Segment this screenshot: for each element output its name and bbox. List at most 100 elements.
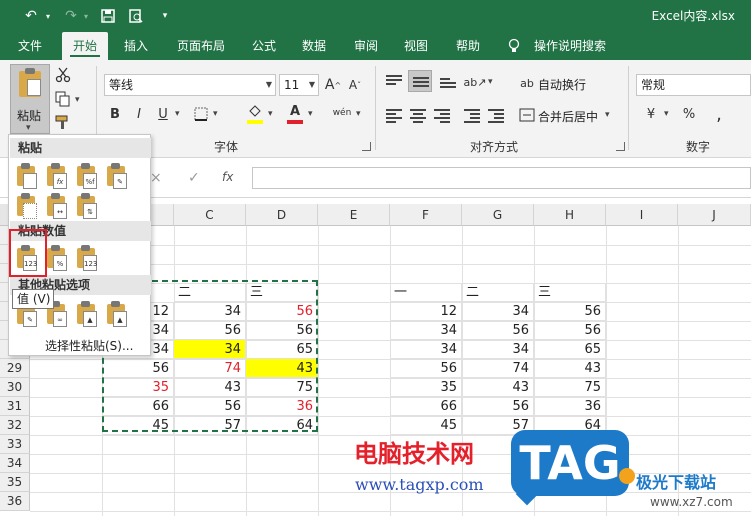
font-name-select[interactable]: 等线 ▼ [104, 74, 276, 96]
table-header-cell[interactable]: 二 [462, 283, 534, 302]
paste-values-source-format-icon[interactable]: 123 [77, 245, 99, 271]
orientation-dropdown-icon[interactable]: ▾ [488, 77, 493, 87]
paste-values-number-format-icon[interactable]: % [47, 245, 69, 271]
table-cell[interactable]: 12 [390, 302, 462, 321]
enter-icon[interactable]: ✓ [188, 170, 200, 186]
increase-indent-icon[interactable] [488, 108, 504, 123]
row-header[interactable]: 34 [0, 454, 30, 473]
table-cell[interactable]: 56 [534, 302, 606, 321]
print-preview-icon[interactable] [126, 6, 146, 26]
column-header[interactable]: F [390, 204, 462, 226]
format-painter-icon[interactable] [54, 113, 72, 131]
fill-color-icon[interactable] [244, 102, 266, 122]
bold-button[interactable]: B [106, 104, 124, 124]
phonetic-dropdown-icon[interactable]: ▾ [356, 109, 361, 119]
column-header[interactable]: J [678, 204, 751, 226]
table-cell[interactable]: 43 [534, 359, 606, 378]
row-header[interactable]: 33 [0, 435, 30, 454]
table-cell[interactable]: 56 [390, 359, 462, 378]
font-color-button[interactable]: A [284, 102, 306, 120]
table-cell[interactable]: 56 [534, 321, 606, 340]
tab-help[interactable]: 帮助 [446, 32, 490, 60]
cancel-icon[interactable]: × [150, 170, 162, 186]
percent-button[interactable]: % [680, 104, 698, 124]
table-cell[interactable]: 36 [534, 397, 606, 416]
font-dialog-launcher-icon[interactable] [362, 142, 371, 151]
insert-function-icon[interactable]: fx [222, 170, 233, 184]
tab-insert[interactable]: 插入 [114, 32, 158, 60]
column-header[interactable]: D [246, 204, 318, 226]
align-top-icon[interactable] [386, 74, 402, 88]
table-cell[interactable]: 56 [462, 321, 534, 340]
currency-button[interactable]: ¥ [640, 104, 662, 124]
grow-font-button[interactable]: A ^ [324, 76, 342, 94]
column-header[interactable]: C [174, 204, 246, 226]
font-color-dropdown-icon[interactable]: ▾ [308, 109, 313, 119]
tab-file[interactable]: 文件 [8, 32, 52, 60]
customize-qa-icon[interactable]: ▾ [158, 6, 172, 26]
font-size-select[interactable]: 11 ▼ [279, 74, 319, 96]
table-cell[interactable]: 65 [534, 340, 606, 359]
row-header[interactable]: 35 [0, 473, 30, 492]
table-cell[interactable]: 43 [462, 378, 534, 397]
column-header[interactable]: I [606, 204, 678, 226]
row-header[interactable]: 36 [0, 492, 30, 511]
formula-input[interactable] [252, 167, 751, 189]
copy-dropdown-icon[interactable]: ▾ [75, 95, 80, 105]
paste-default-icon[interactable] [17, 163, 39, 189]
cut-icon[interactable] [54, 66, 72, 84]
save-icon[interactable] [98, 6, 118, 26]
row-header[interactable]: 30 [0, 378, 30, 397]
paste-keep-column-widths-icon[interactable]: ↔ [47, 193, 69, 219]
align-center-icon[interactable] [410, 108, 426, 123]
column-header[interactable]: E [318, 204, 390, 226]
shrink-font-button[interactable]: Aˇ [346, 76, 364, 94]
underline-button[interactable]: U [154, 104, 172, 124]
align-middle-icon[interactable] [408, 70, 432, 92]
underline-dropdown-icon[interactable]: ▾ [175, 109, 180, 119]
italic-button[interactable]: I [130, 104, 148, 124]
tab-home[interactable]: 开始 [62, 32, 108, 60]
paste-no-borders-icon[interactable] [17, 193, 39, 219]
borders-dropdown-icon[interactable]: ▾ [213, 109, 218, 119]
paste-keep-source-format-icon[interactable]: ✎ [107, 163, 129, 189]
wrap-text-icon[interactable]: ab [518, 74, 536, 92]
undo-icon[interactable]: ↶ [20, 6, 42, 26]
phonetic-button[interactable]: wén [330, 102, 354, 124]
table-cell[interactable]: 34 [390, 340, 462, 359]
row-header[interactable]: 31 [0, 397, 30, 416]
tell-me-search[interactable]: 操作说明搜索 [528, 32, 612, 60]
fill-dropdown-icon[interactable]: ▾ [268, 109, 273, 119]
tab-formulas[interactable]: 公式 [244, 32, 284, 60]
alignment-dialog-launcher-icon[interactable] [616, 142, 625, 151]
paste-button[interactable]: 粘贴 ▾ [10, 64, 50, 134]
paste-linked-picture-icon[interactable]: ▲ [107, 301, 129, 327]
table-header-cell[interactable]: 一 [390, 283, 462, 302]
decrease-indent-icon[interactable] [464, 108, 480, 123]
row-header[interactable]: 29 [0, 359, 30, 378]
redo-dropdown-icon[interactable]: ▾ [80, 6, 92, 26]
table-cell[interactable]: 34 [390, 321, 462, 340]
borders-icon[interactable] [190, 104, 212, 124]
copy-icon[interactable] [54, 90, 72, 108]
paste-formulas-icon[interactable]: fx [47, 163, 69, 189]
column-header[interactable]: H [534, 204, 606, 226]
paste-formulas-number-format-icon[interactable]: %f [77, 163, 99, 189]
align-right-icon[interactable] [434, 108, 450, 123]
comma-button[interactable]: , [710, 104, 728, 125]
merge-icon[interactable] [518, 106, 536, 124]
merge-center-button[interactable]: 合并后居中 [538, 108, 598, 125]
orientation-icon[interactable]: ab↗ [464, 72, 487, 92]
table-cell[interactable]: 75 [534, 378, 606, 397]
merge-dropdown-icon[interactable]: ▾ [605, 110, 610, 120]
table-cell[interactable]: 74 [462, 359, 534, 378]
number-format-select[interactable]: 常规 [636, 74, 751, 96]
undo-dropdown-icon[interactable]: ▾ [42, 6, 54, 26]
column-header[interactable]: G [462, 204, 534, 226]
currency-dropdown-icon[interactable]: ▾ [664, 109, 669, 119]
wrap-text-button[interactable]: 自动换行 [538, 76, 586, 93]
row-header[interactable]: 32 [0, 416, 30, 435]
tab-data[interactable]: 数据 [292, 32, 336, 60]
paste-transpose-icon[interactable]: ⇅ [77, 193, 99, 219]
paste-special-item[interactable]: 选择性粘贴(S)... [45, 337, 133, 354]
